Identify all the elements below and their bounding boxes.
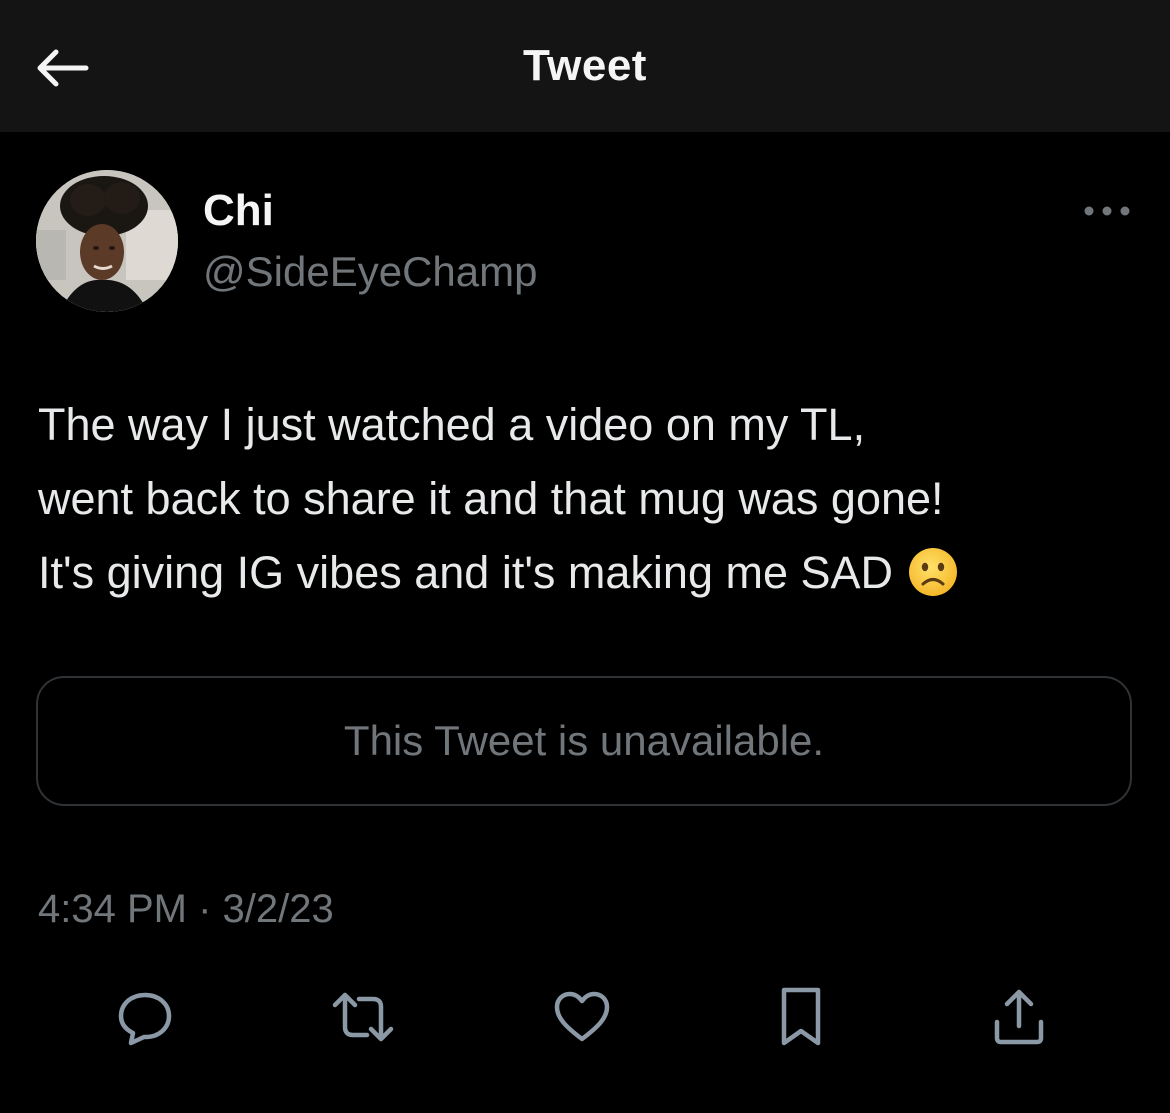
author-display-name[interactable]: Chi bbox=[203, 186, 274, 236]
heart-icon bbox=[554, 991, 610, 1042]
tweet-text: The way I just watched a video on my TL,… bbox=[38, 388, 1138, 610]
page-title: Tweet bbox=[523, 41, 647, 90]
retweet-button[interactable] bbox=[331, 985, 395, 1049]
share-icon bbox=[994, 989, 1044, 1045]
like-button[interactable] bbox=[550, 985, 614, 1049]
timestamp-separator: · bbox=[198, 887, 212, 931]
tweet-timestamp[interactable]: 4:34 PM · 3/2/23 bbox=[38, 884, 334, 934]
tweet-text-line: The way I just watched a video on my TL, bbox=[38, 399, 866, 450]
frowning-face-icon bbox=[907, 546, 959, 598]
user-avatar bbox=[36, 170, 178, 312]
retweet-icon bbox=[332, 992, 394, 1042]
bookmark-button[interactable] bbox=[769, 985, 833, 1049]
avatar[interactable] bbox=[36, 170, 178, 312]
reply-button[interactable] bbox=[113, 985, 177, 1049]
share-button[interactable] bbox=[987, 985, 1051, 1049]
tweet-text-line: went back to share it and that mug was g… bbox=[38, 473, 944, 524]
more-horizontal-icon bbox=[1084, 206, 1130, 216]
unavailable-notice: This Tweet is unavailable. bbox=[343, 717, 825, 764]
tweet-text-line: It's giving IG vibes and it's making me … bbox=[38, 547, 894, 598]
bookmark-icon bbox=[781, 987, 821, 1046]
tweet-date: 3/2/23 bbox=[222, 887, 334, 931]
arrow-left-icon bbox=[37, 49, 89, 87]
author-handle[interactable]: @SideEyeChamp bbox=[203, 248, 537, 296]
quoted-tweet-card[interactable]: This Tweet is unavailable. bbox=[36, 676, 1132, 806]
top-bar: Tweet bbox=[0, 0, 1170, 132]
tweet-time: 4:34 PM bbox=[38, 887, 187, 931]
comment-icon bbox=[118, 992, 172, 1046]
more-options-button[interactable] bbox=[1080, 196, 1134, 226]
back-button[interactable] bbox=[30, 38, 94, 98]
